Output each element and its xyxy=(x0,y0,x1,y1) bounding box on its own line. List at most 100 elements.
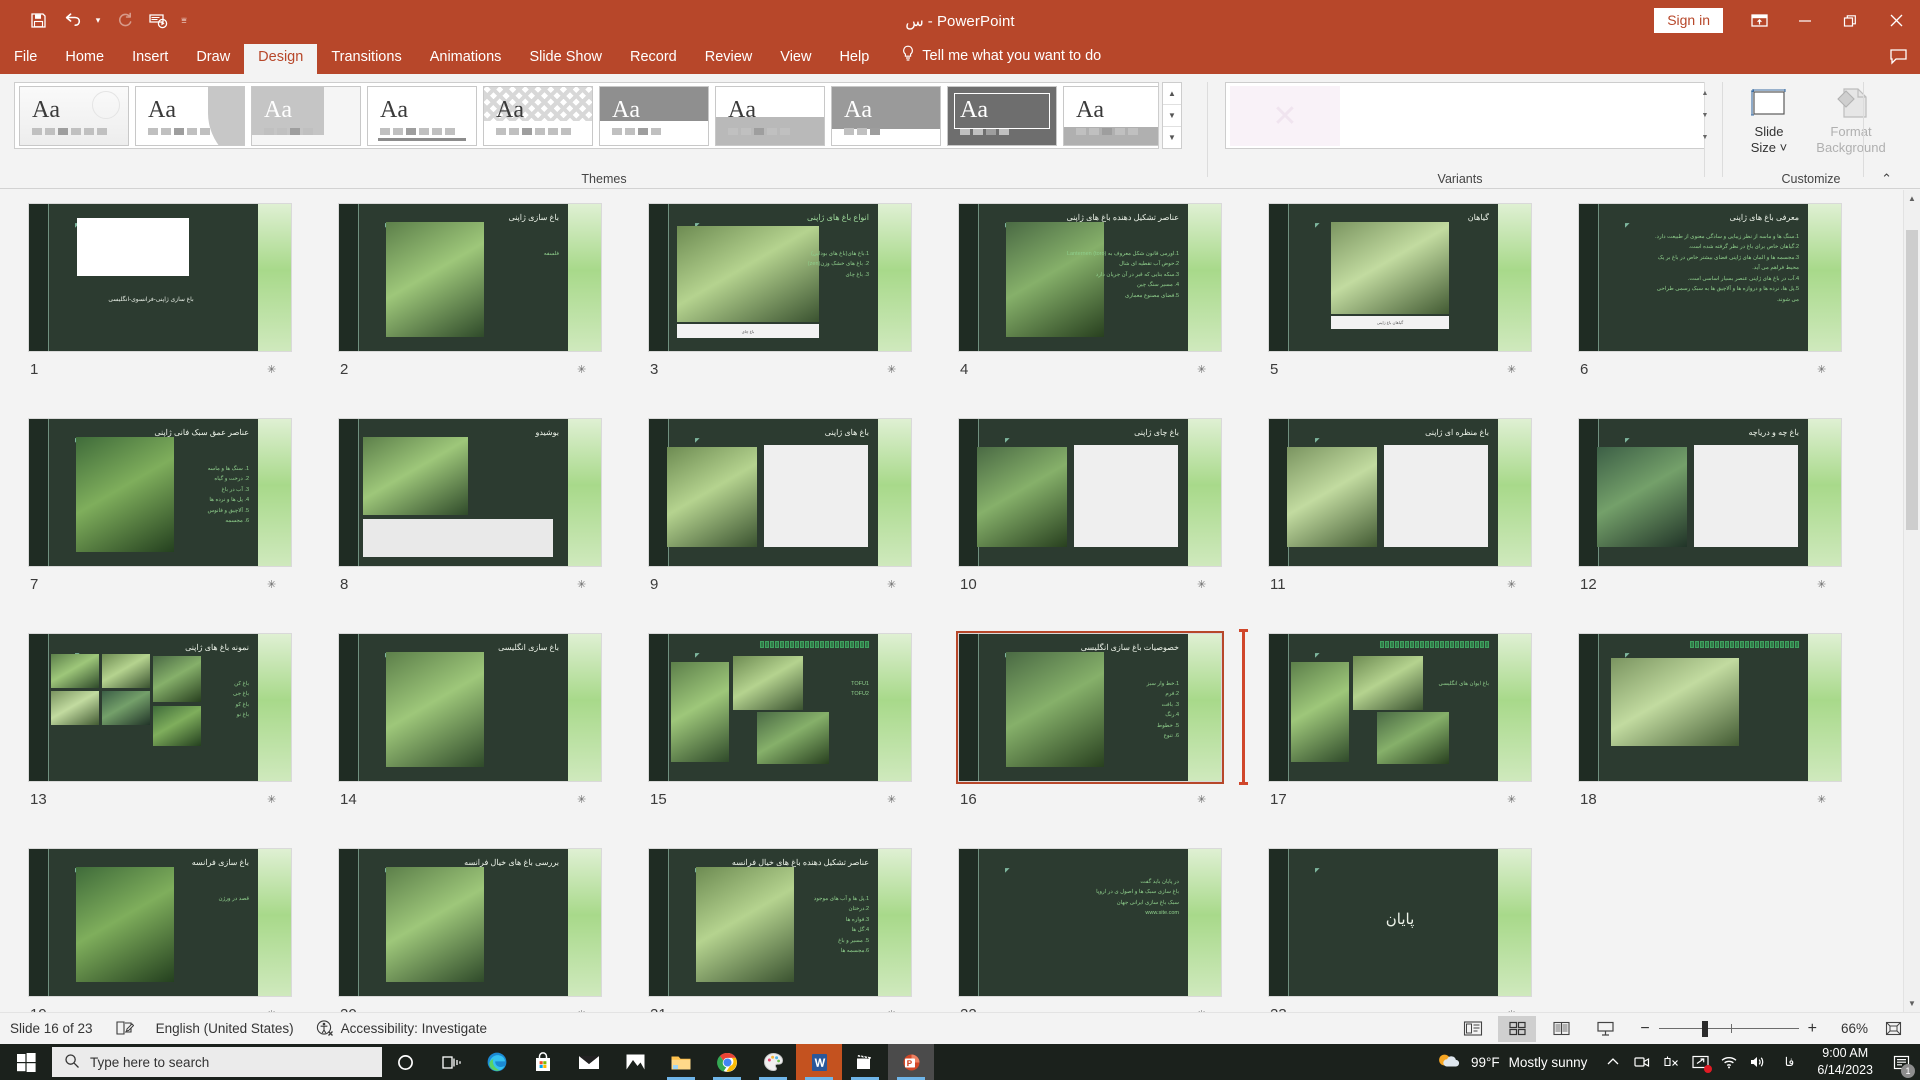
slide-thumbnail[interactable]: ◤ باغ های ژاپنی xyxy=(648,418,912,567)
slide-thumbnail[interactable]: ◤ معرفی باغ های ژاپنی 1.سنگ ها و ماسه از ن… xyxy=(1578,203,1842,352)
tell-me-search[interactable]: Tell me what you want to do xyxy=(883,40,1111,74)
slide-thumbnail-cell[interactable]: ◤باغ سازی ژاپنی-فرانسوی-انگلیسی 1 ✳ xyxy=(28,203,338,418)
tab-design[interactable]: Design xyxy=(244,43,318,74)
volume-icon[interactable] xyxy=(1745,1044,1771,1080)
slide-thumbnail[interactable]: ◤ پایان xyxy=(1268,848,1532,997)
slide-size-button[interactable]: Slide Size ˅ xyxy=(1730,82,1808,157)
themes-scroll-down-icon[interactable]: ▼ xyxy=(1163,105,1181,127)
ime-language-indicator[interactable]: فا xyxy=(1774,1044,1804,1080)
movies-tv-icon[interactable] xyxy=(842,1044,888,1080)
slide-thumbnail[interactable]: ◤باغ سازی ژاپنی-فرانسوی-انگلیسی xyxy=(28,203,292,352)
customize-qat-caret[interactable]: ⩸ xyxy=(176,6,192,36)
theme-thumbnail[interactable]: Aa xyxy=(1063,85,1158,146)
slide-animation-star-icon[interactable]: ✳ xyxy=(887,578,896,591)
variant-thumbnail[interactable]: ✕ xyxy=(1230,86,1340,146)
slide-thumbnail-cell[interactable]: ◤ باغ ایوان های انگلیسی 17 ✳ xyxy=(1268,633,1578,848)
accessibility-status[interactable]: Accessibility: Investigate xyxy=(316,1019,487,1039)
format-background-button[interactable]: Format Background xyxy=(1812,82,1890,157)
slide-animation-star-icon[interactable]: ✳ xyxy=(267,578,276,591)
undo-icon[interactable] xyxy=(56,6,88,36)
slide-animation-star-icon[interactable]: ✳ xyxy=(1817,793,1826,806)
camera-icon[interactable] xyxy=(1629,1044,1655,1080)
microsoft-word-icon[interactable] xyxy=(796,1044,842,1080)
slide-thumbnail[interactable]: ◤باغ سازی ژاپنیفلسفه xyxy=(338,203,602,352)
photos-icon[interactable] xyxy=(612,1044,658,1080)
slide-thumbnail[interactable]: ◤ در پایان باید گفت باغ سازی سبک ها و اصول… xyxy=(958,848,1222,997)
minimize-icon[interactable] xyxy=(1782,0,1827,41)
sign-in-button[interactable]: Sign in xyxy=(1654,8,1723,33)
tab-slide-show[interactable]: Slide Show xyxy=(515,44,616,74)
slide-thumbnail-cell[interactable]: ◤پایان23✳ xyxy=(1268,848,1578,1012)
tab-help[interactable]: Help xyxy=(825,44,883,74)
slide-thumbnail[interactable]: ◤ باغ چه و دریاچه xyxy=(1578,418,1842,567)
task-view-icon[interactable] xyxy=(428,1044,474,1080)
slide-thumbnail-cell[interactable]: ◤ گیاهان گیاهان باغ ژاپنی 5 ✳ xyxy=(1268,203,1578,418)
normal-view-button[interactable] xyxy=(1454,1016,1492,1042)
slide-thumbnail[interactable]: ◤بررسی باغ های خیال فرانسه xyxy=(338,848,602,997)
slide-thumbnail[interactable]: ◤ TOFU1 TOFU2 xyxy=(648,633,912,782)
slide-thumbnail-cell[interactable]: ◤خصوصیات باغ سازی انگلیسی1.خط وار سبز2.ف… xyxy=(956,629,1268,848)
theme-thumbnail[interactable]: Aa xyxy=(135,85,245,146)
wifi-icon[interactable] xyxy=(1716,1044,1742,1080)
microsoft-store-icon[interactable] xyxy=(520,1044,566,1080)
slide-thumbnail[interactable]: ◤انواع باغ های ژاپنیباغ چای1.باغ های(باغ… xyxy=(648,203,912,352)
slide-animation-star-icon[interactable]: ✳ xyxy=(1197,578,1206,591)
tab-home[interactable]: Home xyxy=(51,44,118,74)
language-label[interactable]: English (United States) xyxy=(156,1021,294,1036)
slide-show-view-button[interactable] xyxy=(1586,1016,1624,1042)
ribbon-display-options-icon[interactable] xyxy=(1737,0,1782,41)
slide-thumbnail[interactable]: ◤نمونه باغ های ژاپنیباغ کنباغ جیباغ کوبا… xyxy=(28,633,292,782)
slide-animation-star-icon[interactable]: ✳ xyxy=(1507,578,1516,591)
variants-scroll-down-icon[interactable]: ▼ xyxy=(1697,104,1713,126)
cortana-icon[interactable] xyxy=(382,1044,428,1080)
slide-thumbnail-cell[interactable]: ◤باغ سازی ژاپنیفلسفه2✳ xyxy=(338,203,648,418)
scrollbar-thumb[interactable] xyxy=(1906,230,1918,530)
slide-thumbnail-cell[interactable]: ◤باغ سازی انگلیسی 14 ✳ xyxy=(338,633,648,848)
zoom-out-button[interactable]: − xyxy=(1640,1020,1649,1038)
slide-thumbnail[interactable]: ◤ باغ چای ژاپنی xyxy=(958,418,1222,567)
slide-animation-star-icon[interactable]: ✳ xyxy=(887,363,896,376)
slide-thumbnail[interactable]: ◤باغ سازی فرانسهقصد در ورژن xyxy=(28,848,292,997)
scroll-up-icon[interactable]: ▲ xyxy=(1904,190,1920,207)
slide-animation-star-icon[interactable]: ✳ xyxy=(577,578,586,591)
slide-thumbnail-cell[interactable]: ◤بررسی باغ های خیال فرانسه20✳ xyxy=(338,848,648,1012)
slide-thumbnail[interactable]: ◤عناصر تشکیل دهنده باغ های خیال فرانسه1.… xyxy=(648,848,912,997)
tab-insert[interactable]: Insert xyxy=(118,44,182,74)
tab-view[interactable]: View xyxy=(766,44,825,74)
save-icon[interactable] xyxy=(22,6,54,36)
slide-thumbnail[interactable]: ◤عناصر عمق سبک فانی ژاپنی1. سنگ ها و ماس… xyxy=(28,418,292,567)
themes-gallery[interactable]: Aa Aa Aa Aa Aa Aa Aa Aa Aa Aa xyxy=(14,82,1159,149)
variants-scroll-up-icon[interactable]: ▲ xyxy=(1697,82,1713,104)
fit-slide-to-window-icon[interactable] xyxy=(1874,1016,1912,1042)
slide-thumbnail[interactable]: ◤ باغ منظره ای ژاپنی xyxy=(1268,418,1532,567)
variants-more-icon[interactable]: ▼ xyxy=(1697,127,1713,149)
tab-record[interactable]: Record xyxy=(616,44,691,74)
slide-animation-star-icon[interactable]: ✳ xyxy=(1197,363,1206,376)
slide-thumbnail-cell[interactable]: ◤بوشیدو 8 ✳ xyxy=(338,418,648,633)
slide-thumbnail-cell[interactable]: ◤ در پایان باید گفت باغ سازی سبک ها و اصول… xyxy=(958,848,1268,1012)
screen-share-icon[interactable] xyxy=(1687,1044,1713,1080)
slide-animation-star-icon[interactable]: ✳ xyxy=(1817,363,1826,376)
slide-thumbnail-cell[interactable]: ◤عناصر تشکیل دهنده باغ های خیال فرانسه1.… xyxy=(648,848,958,1012)
theme-thumbnail[interactable]: Aa xyxy=(483,85,593,146)
microsoft-powerpoint-icon[interactable] xyxy=(888,1044,934,1080)
theme-thumbnail[interactable]: Aa xyxy=(251,85,361,146)
slide-thumbnail-cell[interactable]: ◤انواع باغ های ژاپنیباغ چای1.باغ های(باغ… xyxy=(648,203,958,418)
show-hidden-icons-chevron[interactable] xyxy=(1600,1044,1626,1080)
no-network-usb-icon[interactable] xyxy=(1658,1044,1684,1080)
taskbar-search-box[interactable]: Type here to search xyxy=(52,1047,382,1077)
weather-widget[interactable]: 99°F Mostly sunny xyxy=(1436,1051,1597,1074)
theme-thumbnail[interactable]: Aa xyxy=(19,85,129,146)
slide-animation-star-icon[interactable]: ✳ xyxy=(1817,578,1826,591)
theme-thumbnail[interactable]: Aa xyxy=(831,85,941,146)
slide-thumbnail[interactable]: ◤بوشیدو xyxy=(338,418,602,567)
themes-more-icon[interactable]: ▼ xyxy=(1163,127,1181,148)
slide-thumbnail-cell[interactable]: ◤عناصر عمق سبک فانی ژاپنی1. سنگ ها و ماس… xyxy=(28,418,338,633)
zoom-slider[interactable] xyxy=(1658,1020,1799,1038)
slide-thumbnail-cell[interactable]: ◤ باغ چه و دریاچه 12 ✳ xyxy=(1578,418,1888,633)
tab-draw[interactable]: Draw xyxy=(182,44,244,74)
paint-3d-icon[interactable] xyxy=(750,1044,796,1080)
slide-thumbnail-cell[interactable]: ◤باغ سازی فرانسهقصد در ورژن19✳ xyxy=(28,848,338,1012)
tab-animations[interactable]: Animations xyxy=(416,44,516,74)
slide-thumbnail-cell[interactable]: ◤ معرفی باغ های ژاپنی 1.سنگ ها و ماسه از ن… xyxy=(1578,203,1888,418)
